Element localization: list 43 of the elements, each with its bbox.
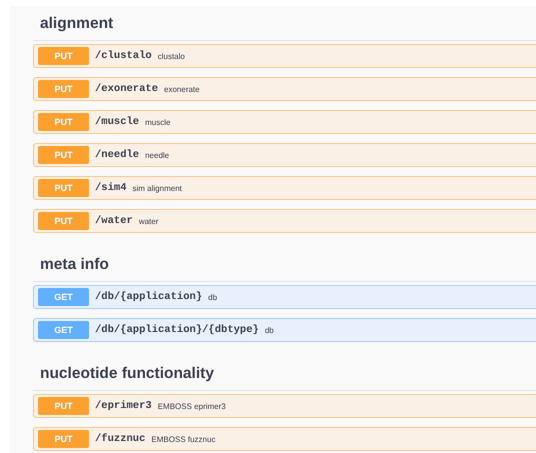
endpoint-row[interactable]: PUT /fuzznuc EMBOSS fuzznuc	[33, 427, 536, 451]
method-badge: PUT	[38, 80, 89, 98]
method-badge: GET	[38, 321, 89, 339]
endpoint-path: /muscle	[95, 116, 140, 128]
endpoint-path: /exonerate	[95, 83, 158, 95]
endpoint-row[interactable]: PUT /exonerate exonerate	[33, 77, 536, 101]
endpoint-summary: exonerate	[164, 84, 200, 94]
endpoint-summary: water	[138, 216, 158, 226]
method-badge: PUT	[38, 113, 89, 131]
endpoint-path: /fuzznuc	[95, 433, 146, 445]
endpoint-path: /needle	[95, 149, 140, 161]
method-badge: PUT	[38, 397, 89, 415]
endpoint-path: /eprimer3	[95, 400, 152, 412]
endpoint-summary: needle	[145, 150, 170, 160]
endpoint-path: /db/{application}/{dbtype}	[95, 324, 259, 336]
endpoint-row[interactable]: GET /db/{application} db	[33, 285, 536, 309]
endpoint-row[interactable]: PUT /sim4 sim alignment	[33, 176, 536, 200]
endpoint-row[interactable]: PUT /clustalo clustalo	[33, 44, 536, 68]
endpoint-summary: db	[208, 292, 218, 302]
section-heading[interactable]: meta info	[33, 242, 536, 282]
endpoint-path: /clustalo	[95, 50, 152, 62]
endpoint-path: /sim4	[95, 182, 127, 194]
endpoint-summary: EMBOSS eprimer3	[158, 402, 226, 410]
endpoint-row[interactable]: PUT /water water	[33, 209, 536, 233]
endpoint-row[interactable]: PUT /needle needle	[33, 143, 536, 167]
endpoint-summary: muscle	[145, 118, 170, 126]
method-badge: PUT	[38, 146, 89, 164]
endpoint-path: /water	[95, 215, 133, 227]
method-badge: PUT	[38, 47, 89, 65]
method-badge: PUT	[38, 430, 89, 448]
method-badge: PUT	[38, 212, 89, 230]
endpoint-row[interactable]: PUT /eprimer3 EMBOSS eprimer3	[33, 394, 536, 418]
endpoint-row[interactable]: GET /db/{application}/{dbtype} db	[33, 318, 536, 342]
method-badge: PUT	[38, 179, 89, 197]
endpoint-summary: clustalo	[158, 52, 185, 60]
method-badge: GET	[38, 288, 89, 306]
endpoint-summary: EMBOSS fuzznuc	[151, 434, 216, 444]
section-heading[interactable]: nucleotide functionality	[33, 351, 536, 391]
endpoint-row[interactable]: PUT /muscle muscle	[33, 110, 536, 134]
endpoint-summary: db	[264, 326, 274, 334]
endpoint-summary: sim alignment	[132, 184, 182, 192]
section-heading[interactable]: alignment	[33, 10, 536, 41]
endpoint-path: /db/{application}	[95, 291, 202, 303]
